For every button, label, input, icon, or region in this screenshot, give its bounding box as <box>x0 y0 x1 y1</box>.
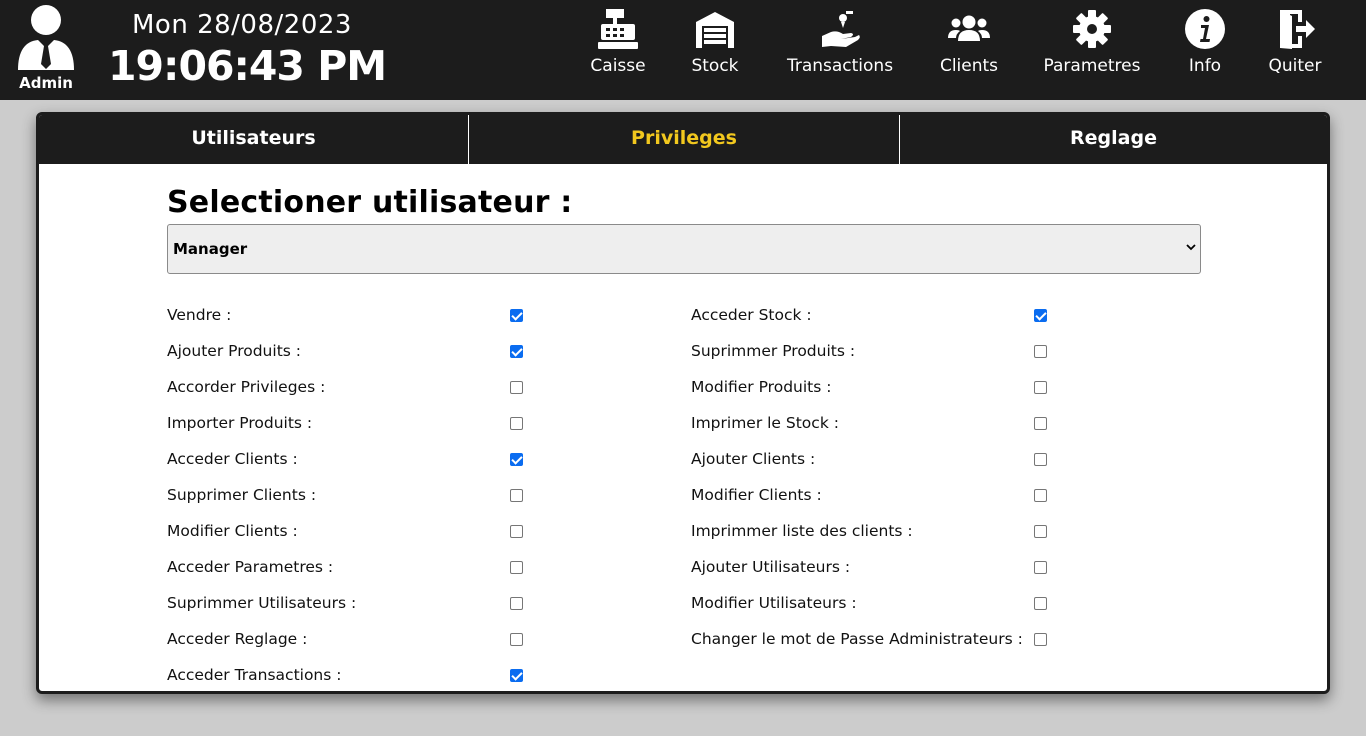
privilege-checkbox[interactable] <box>1034 597 1047 610</box>
nav-stock[interactable]: Stock <box>684 8 746 78</box>
privilege-checkbox[interactable] <box>510 669 523 682</box>
privilege-label: Acceder Reglage : <box>167 630 308 648</box>
nav-info-label: Info <box>1188 56 1222 76</box>
user-select[interactable]: Manager <box>167 224 1201 274</box>
privilege-checkbox[interactable] <box>1034 309 1047 322</box>
hand-money-icon <box>822 11 860 47</box>
privilege-checkbox[interactable] <box>510 561 523 574</box>
privilege-checkbox[interactable] <box>1034 489 1047 502</box>
cash-register-icon <box>598 9 638 49</box>
privilege-label: Acceder Transactions : <box>167 666 342 684</box>
nav-transactions-label: Transactions <box>786 56 894 76</box>
nav-parametres-label: Parametres <box>1043 56 1141 76</box>
privilege-label: Suprimmer Produits : <box>691 342 856 360</box>
privilege-label: Accorder Privileges : <box>167 378 326 396</box>
nav-quiter-label: Quiter <box>1268 56 1322 76</box>
privilege-label: Acceder Parametres : <box>167 558 334 576</box>
privilege-checkbox[interactable] <box>510 381 523 394</box>
privilege-label: Ajouter Utilisateurs : <box>691 558 851 576</box>
top-bar: Admin Mon 28/08/2023 19:06:43 PM Caisse … <box>0 0 1366 100</box>
nav-quiter[interactable]: Quiter <box>1266 8 1324 78</box>
privilege-label: Ajouter Clients : <box>691 450 816 468</box>
privilege-checkbox[interactable] <box>1034 345 1047 358</box>
privilege-label: Imprimmer liste des clients : <box>691 522 913 540</box>
tab-bar: Utilisateurs Privileges Reglage <box>39 115 1327 164</box>
user-name: Admin <box>19 74 73 92</box>
current-time: 19:06:43 PM <box>108 42 387 90</box>
privilege-checkbox[interactable] <box>1034 525 1047 538</box>
users-icon <box>948 15 990 41</box>
info-icon <box>1185 9 1225 49</box>
privilege-checkbox[interactable] <box>510 633 523 646</box>
privilege-checkbox[interactable] <box>1034 417 1047 430</box>
current-date: Mon 28/08/2023 <box>132 10 352 40</box>
privilege-label: Modifier Clients : <box>167 522 298 540</box>
privilege-checkbox[interactable] <box>1034 453 1047 466</box>
privilege-checkbox[interactable] <box>510 309 523 322</box>
user-avatar-icon <box>18 5 74 70</box>
tab-reglage[interactable]: Reglage <box>900 115 1327 164</box>
privilege-label: Acceder Clients : <box>167 450 298 468</box>
privilege-label: Modifier Produits : <box>691 378 832 396</box>
nav-caisse[interactable]: Caisse <box>586 8 650 78</box>
nav-clients[interactable]: Clients <box>938 8 1000 78</box>
privilege-checkbox[interactable] <box>510 453 523 466</box>
privilege-checkbox[interactable] <box>510 525 523 538</box>
privilege-checkbox[interactable] <box>1034 561 1047 574</box>
privilege-label: Modifier Clients : <box>691 486 822 504</box>
select-user-heading: Selectioner utilisateur : <box>167 185 573 220</box>
nav-clients-label: Clients <box>939 56 999 76</box>
privilege-checkbox[interactable] <box>510 489 523 502</box>
privilege-label: Importer Produits : <box>167 414 313 432</box>
privileges-panel: Utilisateurs Privileges Reglage Selectio… <box>36 112 1330 694</box>
privilege-label: Vendre : <box>167 306 232 324</box>
privilege-checkbox[interactable] <box>510 597 523 610</box>
gear-icon <box>1073 10 1111 48</box>
nav-stock-label: Stock <box>691 56 739 76</box>
privilege-label: Changer le mot de Passe Administrateurs … <box>691 630 1023 648</box>
chevron-down-icon <box>1186 244 1196 251</box>
nav-caisse-label: Caisse <box>590 56 646 76</box>
privilege-label: Modifier Utilisateurs : <box>691 594 857 612</box>
privilege-checkbox[interactable] <box>510 345 523 358</box>
tab-utilisateurs[interactable]: Utilisateurs <box>39 115 468 164</box>
privilege-label: Imprimer le Stock : <box>691 414 839 432</box>
door-exit-icon <box>1280 10 1315 49</box>
privilege-label: Acceder Stock : <box>691 306 812 324</box>
user-profile[interactable]: Admin <box>14 4 78 92</box>
nav-parametres[interactable]: Parametres <box>1040 8 1144 78</box>
nav-transactions[interactable]: Transactions <box>784 8 896 78</box>
warehouse-icon <box>696 12 734 48</box>
tab-privileges[interactable]: Privileges <box>469 115 899 164</box>
privilege-checkbox[interactable] <box>1034 633 1047 646</box>
privilege-label: Supprimer Clients : <box>167 486 317 504</box>
privilege-checkbox[interactable] <box>1034 381 1047 394</box>
privilege-label: Suprimmer Utilisateurs : <box>167 594 357 612</box>
privilege-checkbox[interactable] <box>510 417 523 430</box>
user-select-value: Manager <box>173 240 248 258</box>
privilege-label: Ajouter Produits : <box>167 342 301 360</box>
nav-info[interactable]: Info <box>1182 8 1228 78</box>
